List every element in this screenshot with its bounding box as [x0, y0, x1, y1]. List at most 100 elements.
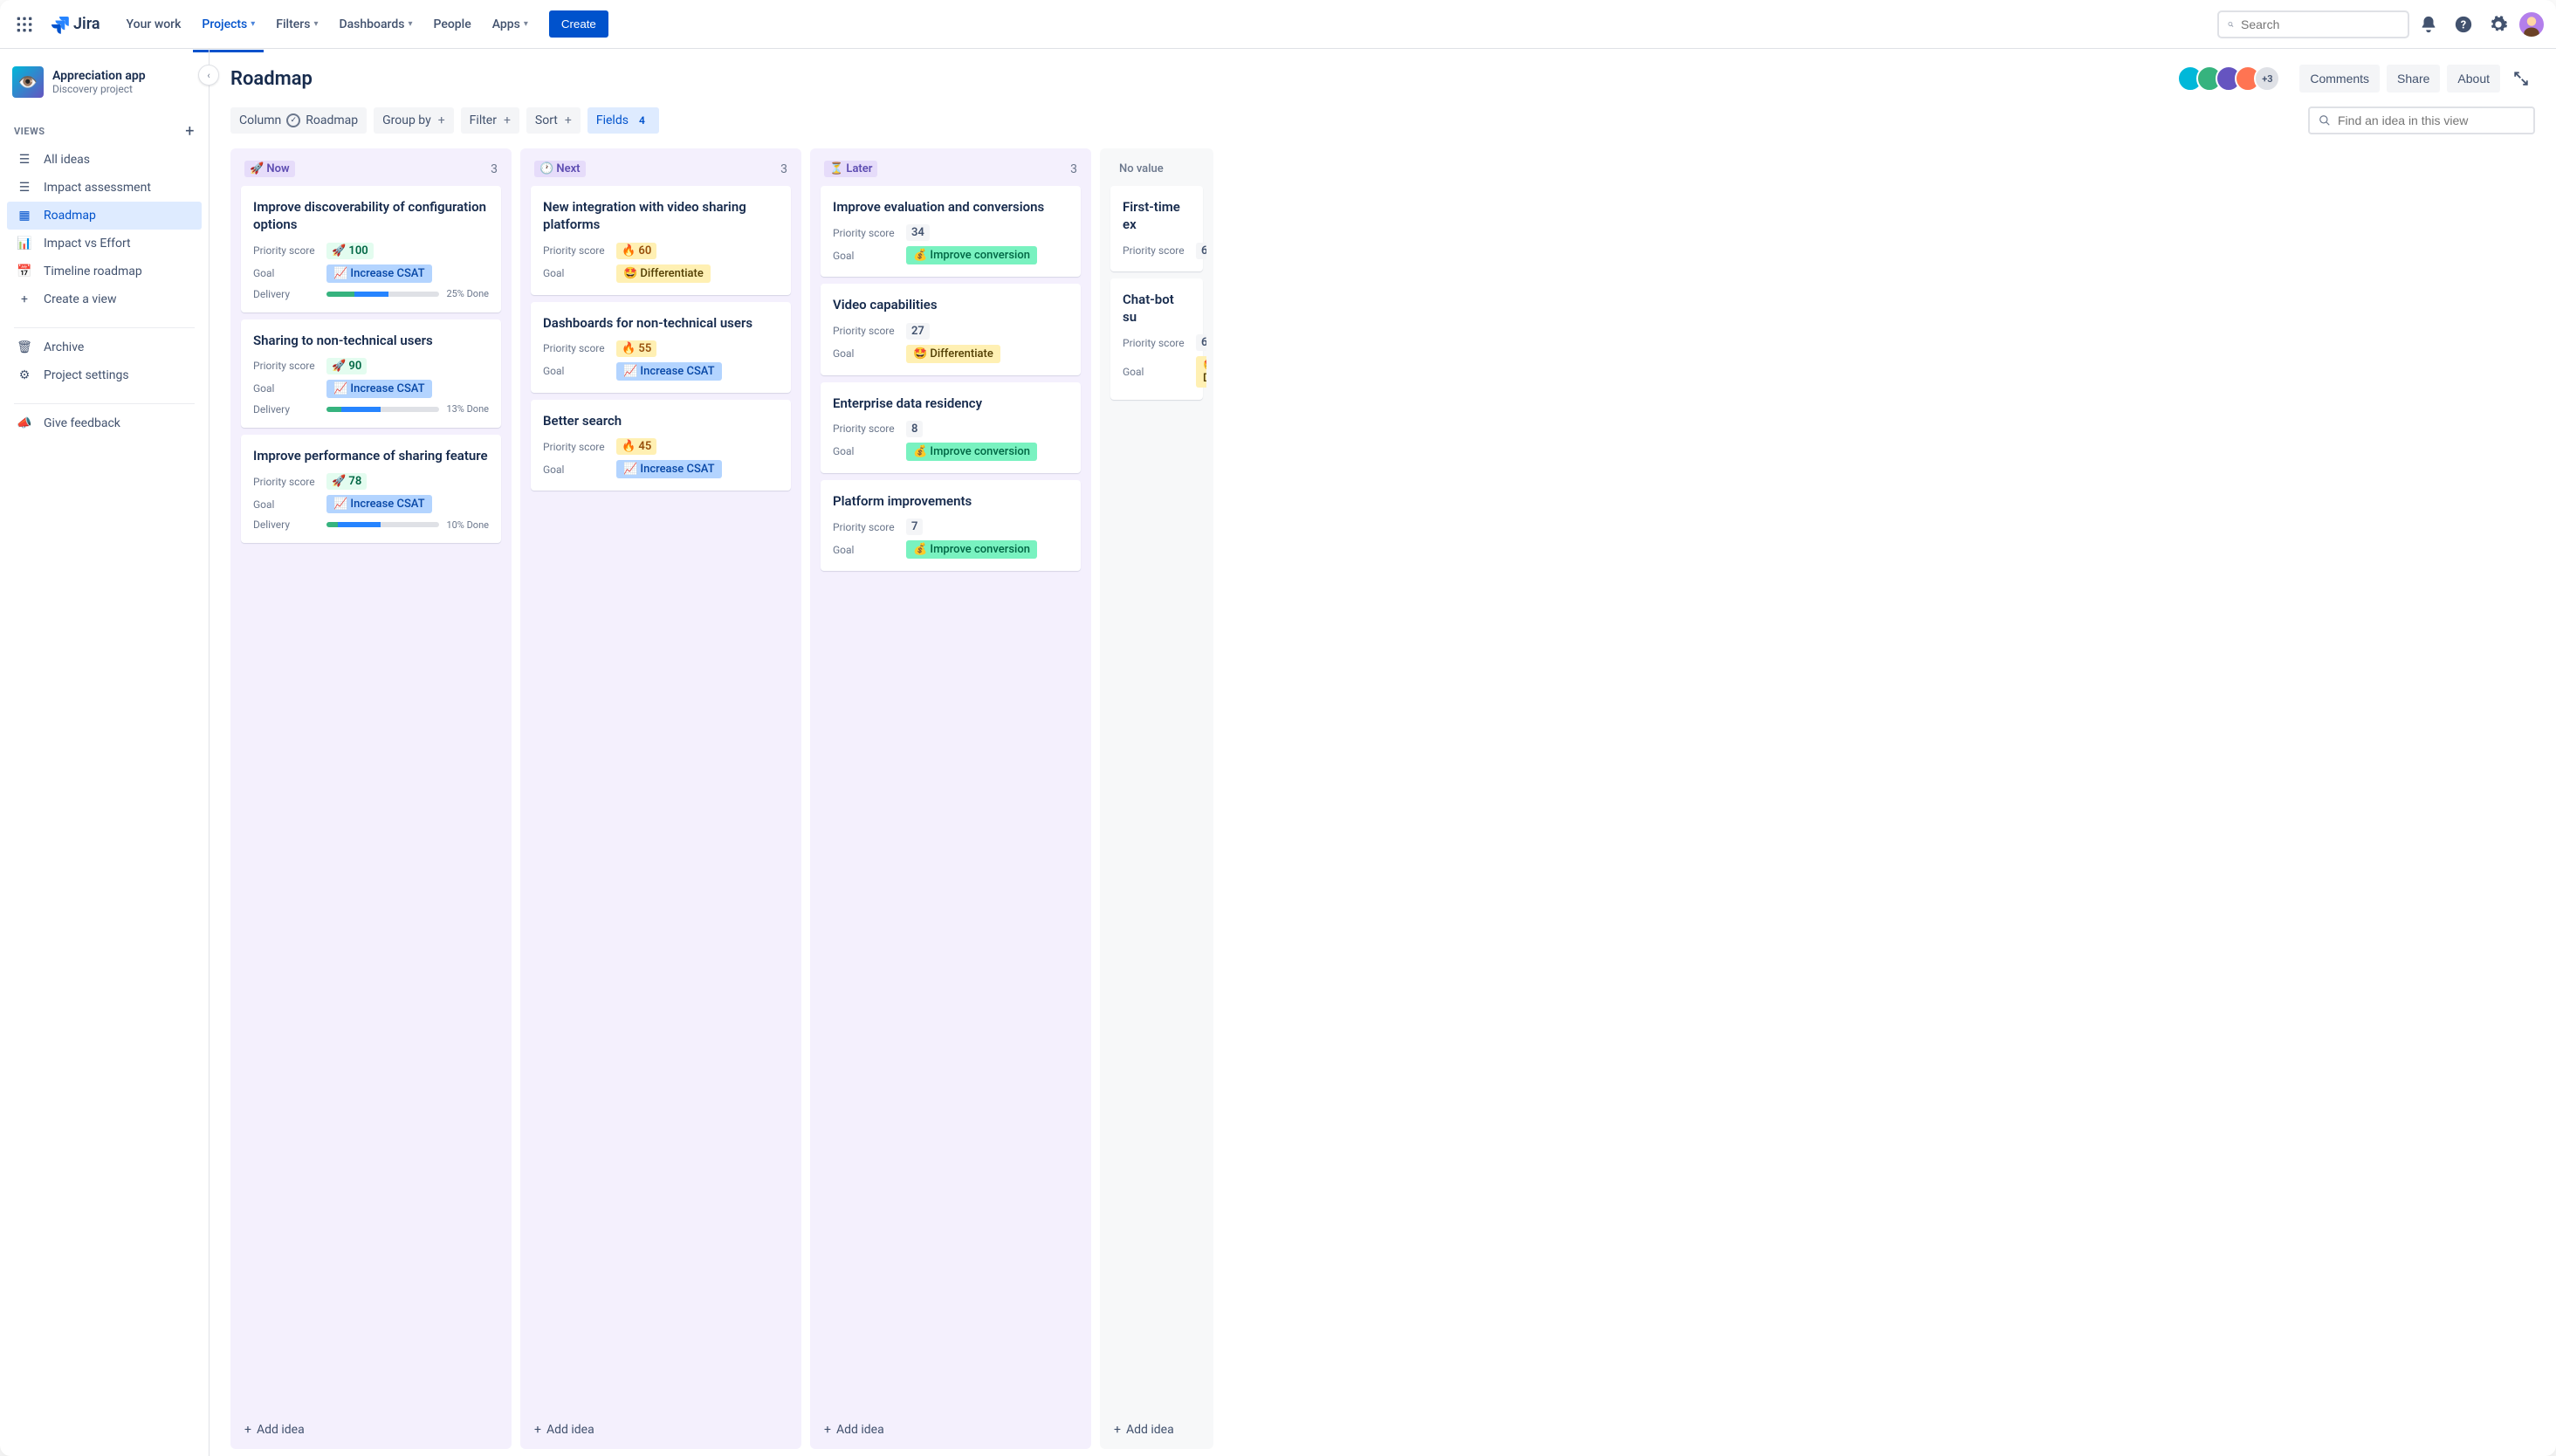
sidebar-footer: 📣Give feedback [0, 409, 209, 446]
nav-item-people[interactable]: People [424, 10, 479, 38]
settings-icon[interactable] [2483, 9, 2514, 40]
card-title: First-time ex [1123, 198, 1191, 234]
about-button[interactable]: About [2447, 65, 2500, 93]
goal-chip: 📈 Increase CSAT [326, 264, 432, 283]
idea-card[interactable]: Video capabilities Priority score 27 Goa… [821, 284, 1081, 374]
idea-card[interactable]: First-time ex Priority score 6 [1110, 186, 1203, 271]
priority-field: Priority score 🔥 45 [543, 438, 779, 455]
nav-item-apps[interactable]: Apps▾ [484, 10, 537, 38]
main-content: Roadmap +3 Comments Share About [210, 49, 2556, 1456]
priority-field: Priority score 6 [1123, 334, 1191, 351]
priority-score-chip: 8 [906, 421, 923, 437]
sidebar-view-roadmap[interactable]: ▦Roadmap [7, 202, 202, 230]
priority-field: Priority score 34 [833, 224, 1068, 241]
add-idea-button[interactable]: +Add idea [817, 1414, 1084, 1440]
list-icon: ☰ [16, 181, 33, 195]
goal-field: Goal 💰 Improve conversion [833, 540, 1068, 559]
fields-button[interactable]: Fields4 [587, 107, 659, 134]
add-idea-button[interactable]: +Add idea [1107, 1414, 1206, 1440]
column-header: 🚀 Now 3 [237, 157, 505, 186]
column-label: ⏳ Later [824, 161, 877, 177]
card-title: Platform improvements [833, 492, 1068, 510]
trash-icon: 🗑 [16, 340, 33, 354]
delivery-field: Delivery 25% Done [253, 288, 489, 300]
nav-item-projects[interactable]: Projects▾ [193, 10, 264, 38]
goal-field: Goal 💰 Improve conversion [833, 443, 1068, 461]
nav-item-dashboards[interactable]: Dashboards▾ [330, 10, 421, 38]
view-toolbar: Column ✓ Roadmap Group by+ Filter+ Sort+… [230, 106, 2556, 134]
svg-text:?: ? [2461, 18, 2466, 31]
priority-field: Priority score 🔥 60 [543, 243, 779, 259]
column-header: No value [1107, 157, 1206, 186]
create-button[interactable]: Create [549, 10, 608, 38]
global-search[interactable] [2217, 10, 2409, 38]
idea-card[interactable]: Improve performance of sharing feature P… [241, 435, 501, 543]
help-icon[interactable]: ? [2448, 9, 2479, 40]
nav-item-filters[interactable]: Filters▾ [267, 10, 326, 38]
goal-field: Goal 📈 Increase CSAT [253, 380, 489, 398]
idea-card[interactable]: Dashboards for non-technical users Prior… [531, 302, 791, 393]
add-idea-button[interactable]: +Add idea [237, 1414, 505, 1440]
find-idea-input[interactable] [2338, 113, 2525, 127]
progress-bar: 25% Done [326, 288, 489, 299]
idea-card[interactable]: Chat-bot su Priority score 6 Goal 🤩 Diff… [1110, 278, 1203, 401]
share-button[interactable]: Share [2387, 65, 2440, 93]
plus-icon: + [1114, 1423, 1121, 1437]
priority-score-chip: 🚀 78 [326, 473, 367, 490]
nav-item-your-work[interactable]: Your work [118, 10, 190, 38]
sidebar-view-create-a-view[interactable]: +Create a view [7, 285, 202, 313]
archive-link[interactable]: 🗑Archive [7, 333, 202, 361]
fullscreen-icon[interactable] [2507, 65, 2535, 93]
card-title: Chat-bot su [1123, 291, 1191, 326]
goal-chip: 💰 Improve conversion [906, 246, 1037, 264]
chart-icon: 📊 [16, 237, 33, 251]
priority-field: Priority score 🚀 78 [253, 473, 489, 490]
sort-button[interactable]: Sort+ [526, 107, 581, 134]
idea-card[interactable]: Improve evaluation and conversions Prior… [821, 186, 1081, 277]
project-name: Appreciation app [52, 69, 146, 83]
sidebar-view-all-ideas[interactable]: ☰All ideas [7, 146, 202, 174]
comments-button[interactable]: Comments [2299, 65, 2380, 93]
collapse-sidebar-button[interactable]: ‹ [198, 65, 219, 86]
filter-button[interactable]: Filter+ [461, 107, 519, 134]
add-view-icon[interactable]: + [185, 122, 195, 141]
list-icon: ☰ [16, 153, 33, 167]
avatar-overflow[interactable]: +3 [2254, 65, 2280, 92]
user-avatar[interactable] [2518, 10, 2546, 38]
search-input[interactable] [2241, 17, 2399, 31]
app-switcher-icon[interactable] [10, 10, 38, 38]
notifications-icon[interactable] [2413, 9, 2444, 40]
add-idea-button[interactable]: +Add idea [527, 1414, 794, 1440]
project-settings-link[interactable]: ⚙Project settings [7, 361, 202, 389]
find-idea-search[interactable] [2308, 106, 2535, 134]
plus-icon: + [16, 292, 33, 306]
nav-items: Your workProjects▾Filters▾Dashboards▾Peo… [118, 10, 537, 38]
search-icon [2228, 17, 2234, 31]
megaphone-icon: 📣 [16, 416, 33, 430]
idea-card[interactable]: Platform improvements Priority score 7 G… [821, 480, 1081, 571]
idea-card[interactable]: Sharing to non-technical users Priority … [241, 319, 501, 428]
sidebar-view-timeline-roadmap[interactable]: 📅Timeline roadmap [7, 258, 202, 285]
collaborator-avatars[interactable]: +3 [2184, 65, 2280, 92]
project-header[interactable]: 👁️ Appreciation app Discovery project [0, 66, 209, 113]
plus-icon: + [534, 1423, 541, 1437]
priority-field: Priority score 6 [1123, 243, 1191, 259]
idea-card[interactable]: Improve discoverability of configuration… [241, 186, 501, 312]
card-title: Video capabilities [833, 296, 1068, 313]
group-by-button[interactable]: Group by+ [374, 107, 454, 134]
priority-field: Priority score 🚀 90 [253, 358, 489, 374]
jira-logo[interactable]: Jira [49, 14, 100, 35]
goal-chip: 🤩 Differentiate [1196, 356, 1206, 388]
goal-chip: 🤩 Differentiate [906, 345, 1000, 363]
sidebar-view-impact-vs-effort[interactable]: 📊Impact vs Effort [7, 230, 202, 258]
plus-icon: + [438, 113, 445, 127]
give-feedback-link[interactable]: 📣Give feedback [7, 409, 202, 437]
idea-card[interactable]: Enterprise data residency Priority score… [821, 382, 1081, 473]
column-selector[interactable]: Column ✓ Roadmap [230, 107, 367, 134]
idea-card[interactable]: New integration with video sharing platf… [531, 186, 791, 295]
sidebar-view-impact-assessment[interactable]: ☰Impact assessment [7, 174, 202, 202]
column-count: 3 [1070, 162, 1077, 176]
chevron-down-icon: ▾ [251, 19, 255, 29]
card-title: Improve discoverability of configuration… [253, 198, 489, 234]
idea-card[interactable]: Better search Priority score 🔥 45 Goal 📈… [531, 400, 791, 491]
